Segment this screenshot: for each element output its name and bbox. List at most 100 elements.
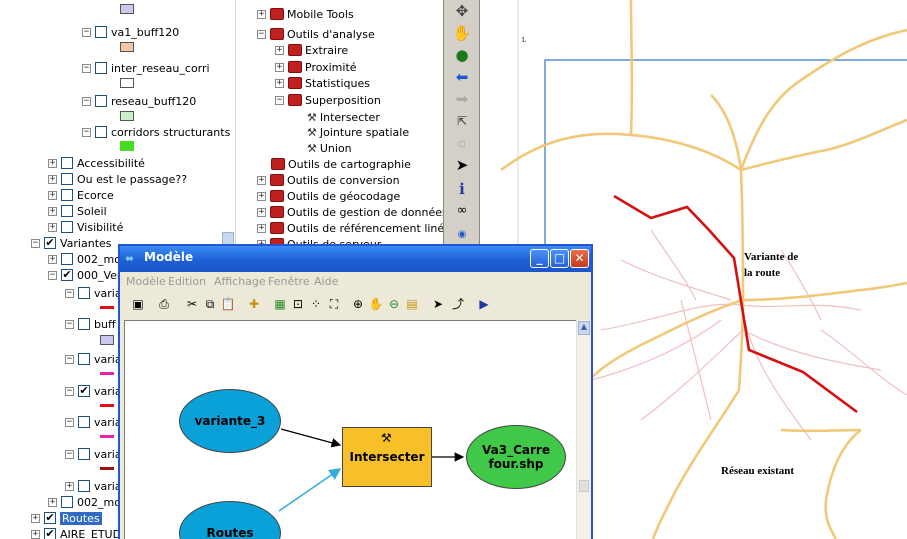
paste-icon[interactable]: 📋 — [218, 294, 238, 314]
menu-aide[interactable]: Aide — [314, 275, 338, 288]
scroll-thumb[interactable] — [579, 480, 589, 492]
toc-layer-inter-reseau[interactable]: − inter_reseau_corri — [82, 60, 210, 76]
toc-layer-varia-4[interactable]: − varia — [65, 414, 122, 430]
toc-layer-varia-6[interactable]: + varia — [65, 478, 122, 494]
toolbox-outils-analyse[interactable]: − Outils d'analyse — [257, 26, 375, 42]
toolbox-cartographie[interactable]: Outils de cartographie — [271, 156, 411, 172]
layer-checkbox[interactable] — [95, 126, 107, 138]
layer-checkbox[interactable]: ✔ — [61, 269, 73, 281]
expand-icon[interactable]: + — [48, 190, 57, 200]
tool-jointure-spatiale[interactable]: ⚒ Jointure spatiale — [307, 124, 409, 140]
expand-icon[interactable]: + — [65, 481, 74, 491]
toc-group-visibilite[interactable]: + Visibilité — [48, 219, 123, 235]
zoom-full-icon[interactable]: ✥ — [452, 2, 472, 20]
add-connection-icon[interactable]: ⤴ — [448, 294, 468, 314]
collapse-icon[interactable]: − — [65, 354, 74, 364]
select-elements-arrow-icon[interactable]: ➤ — [452, 156, 472, 174]
toc-layer-corridors[interactable]: − corridors structurants — [82, 124, 230, 140]
add-data-icon[interactable]: ✚ — [244, 294, 264, 314]
layer-checkbox[interactable] — [95, 95, 107, 107]
expand-icon[interactable]: + — [275, 62, 284, 72]
toc-layer-buff[interactable]: − buff — [65, 316, 116, 332]
layer-checkbox[interactable] — [61, 157, 73, 169]
output-va3-carrefour[interactable]: Va3_Carre four.shp — [466, 425, 566, 489]
expand-icon[interactable]: + — [257, 207, 266, 217]
minimize-button[interactable]: _ — [530, 249, 549, 268]
collapse-icon[interactable]: − — [65, 386, 74, 396]
menu-edition[interactable]: Edition — [168, 275, 206, 288]
cut-icon[interactable]: ✂ — [182, 294, 202, 314]
toolbox-conversion[interactable]: + Outils de conversion — [257, 172, 400, 188]
toc-layer-varia-2[interactable]: − varia — [65, 351, 122, 367]
full-extent-globe-icon[interactable]: ● — [452, 46, 472, 64]
layer-checkbox[interactable] — [61, 221, 73, 233]
toolbox-referencement[interactable]: + Outils de référencement linéaire — [257, 220, 443, 236]
find-binoculars-icon[interactable]: ∞ — [452, 202, 472, 220]
zoom-in-icon[interactable]: ⊕ — [348, 294, 368, 314]
toc-layer-routes[interactable]: + ✔ Routes — [31, 510, 102, 526]
input-variante-3[interactable]: variante_3 — [179, 389, 281, 453]
collapse-icon[interactable]: − — [48, 270, 57, 280]
expand-icon[interactable]: + — [31, 529, 40, 539]
menu-affichage[interactable]: Affichage — [214, 275, 266, 288]
toc-group-accessibilite[interactable]: + Accessibilité — [48, 155, 145, 171]
toolset-extraire[interactable]: + Extraire — [275, 42, 348, 58]
vertical-scrollbar[interactable]: ▲ — [576, 320, 591, 539]
fixed-zoom-out-icon[interactable]: ⛶ — [324, 294, 344, 314]
collapse-icon[interactable]: − — [65, 319, 74, 329]
expand-icon[interactable]: + — [48, 206, 57, 216]
layer-checkbox[interactable]: ✔ — [44, 528, 56, 539]
expand-icon[interactable]: + — [48, 174, 57, 184]
expand-icon[interactable]: + — [275, 45, 284, 55]
toc-group-ecorce[interactable]: + Ecorce — [48, 187, 114, 203]
auto-layout-icon[interactable]: ▦ — [270, 294, 290, 314]
collapse-icon[interactable]: − — [275, 95, 284, 105]
collapse-icon[interactable]: − — [82, 27, 91, 37]
toc-layer-000-ver[interactable]: − ✔ 000_Ver — [48, 267, 121, 283]
layer-checkbox[interactable] — [61, 205, 73, 217]
layer-checkbox[interactable] — [95, 62, 107, 74]
layer-checkbox[interactable]: ✔ — [44, 237, 56, 249]
tool-union[interactable]: ⚒ Union — [307, 140, 352, 156]
toc-layer-varia-1[interactable]: − varia — [65, 285, 122, 301]
toc-group-passage[interactable]: + Ou est le passage?? — [48, 171, 187, 187]
tool-intersecter-box[interactable]: ⚒ Intersecter — [342, 427, 432, 487]
expand-icon[interactable]: + — [257, 223, 266, 233]
close-button[interactable]: ✕ — [570, 249, 589, 268]
collapse-icon[interactable]: − — [82, 96, 91, 106]
print-icon[interactable]: ⎙ — [154, 294, 174, 314]
layer-checkbox[interactable] — [78, 353, 90, 365]
collapse-icon[interactable]: − — [82, 127, 91, 137]
collapse-icon[interactable]: − — [65, 449, 74, 459]
expand-icon[interactable]: + — [257, 191, 266, 201]
toolset-superposition[interactable]: − Superposition — [275, 92, 381, 108]
full-extent-icon[interactable]: ⊡ — [288, 294, 308, 314]
expand-icon[interactable]: + — [48, 158, 57, 168]
toc-layer-002-mo[interactable]: +002_mo — [48, 251, 121, 267]
run-icon[interactable]: ▶ — [474, 294, 494, 314]
layer-checkbox[interactable] — [78, 448, 90, 460]
menu-modele[interactable]: Modèle — [126, 275, 166, 288]
layer-checkbox[interactable] — [78, 287, 90, 299]
model-diagram-canvas[interactable]: variante_3 ⚒ Intersecter Va3_Carre four.s… — [124, 320, 584, 539]
collapse-icon[interactable]: − — [257, 29, 266, 39]
tool-intersecter[interactable]: ⚒ Intersecter — [307, 109, 380, 125]
toc-layer-varia-3[interactable]: − ✔ varia — [65, 383, 122, 399]
toc-layer-aire-etude[interactable]: + ✔ AIRE_ETUDE — [31, 526, 128, 539]
layer-checkbox[interactable] — [78, 480, 90, 492]
pan-hand-icon[interactable]: ✋ — [452, 24, 472, 42]
toc-layer-varia-5[interactable]: − varia — [65, 446, 122, 462]
expand-icon[interactable]: + — [257, 9, 266, 19]
toolset-statistiques[interactable]: + Statistiques — [275, 75, 370, 91]
toc-group-soleil[interactable]: + Soleil — [48, 203, 107, 219]
select-features-icon[interactable]: ⇱ — [452, 112, 472, 130]
window-titlebar[interactable]: ⬌ Modèle _ □ ✕ — [120, 246, 591, 272]
toolset-proximite[interactable]: + Proximité — [275, 59, 357, 75]
forward-arrow-icon[interactable]: ➡ — [452, 90, 472, 108]
model-builder-window[interactable]: ⬌ Modèle _ □ ✕ Modèle Edition Affichage … — [118, 244, 593, 539]
collapse-icon[interactable]: − — [31, 238, 40, 248]
layer-checkbox[interactable] — [61, 189, 73, 201]
expand-icon[interactable]: + — [48, 497, 57, 507]
layer-checkbox[interactable] — [61, 496, 73, 508]
layer-checkbox[interactable] — [78, 318, 90, 330]
